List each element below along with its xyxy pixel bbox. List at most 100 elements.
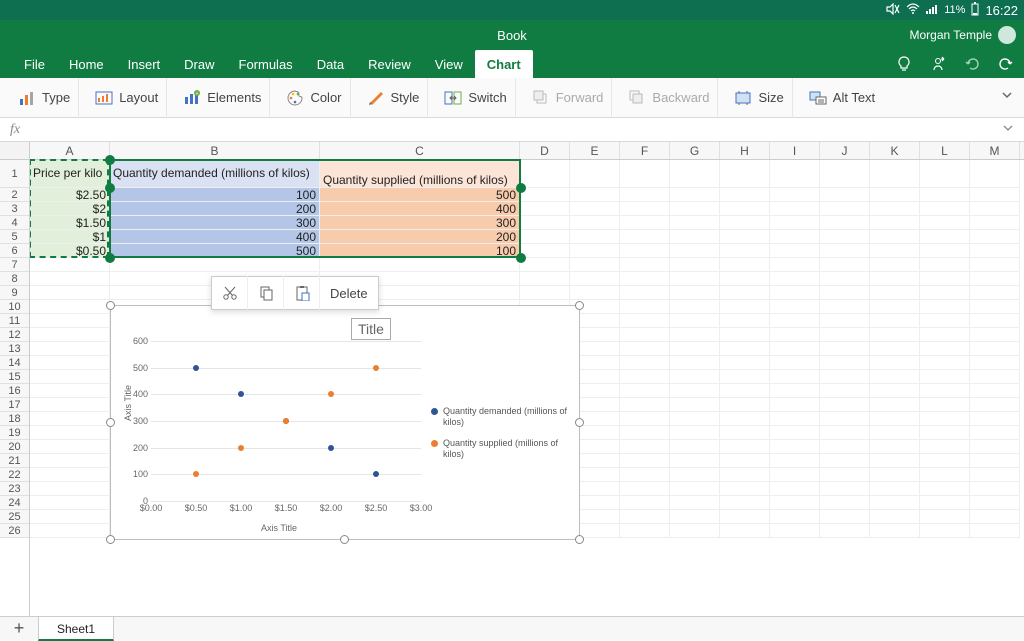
data-point[interactable] — [373, 471, 379, 477]
delete-button[interactable]: Delete — [320, 286, 378, 301]
tab-data[interactable]: Data — [305, 50, 356, 78]
paste-button[interactable] — [284, 276, 320, 310]
row-header-23[interactable]: 23 — [0, 482, 29, 496]
data-point[interactable] — [328, 391, 334, 397]
cell-A6[interactable]: $0.50 — [30, 244, 110, 258]
data-point[interactable] — [283, 418, 289, 424]
avatar[interactable] — [998, 26, 1016, 44]
chart-title[interactable]: Title — [351, 318, 391, 340]
row-header-5[interactable]: 5 — [0, 230, 29, 244]
row-header-9[interactable]: 9 — [0, 286, 29, 300]
cell-A4[interactable]: $1.50 — [30, 216, 110, 230]
data-point[interactable] — [238, 391, 244, 397]
undo-icon[interactable] — [964, 56, 980, 72]
ribbon-switch[interactable]: Switch — [436, 78, 515, 118]
tab-review[interactable]: Review — [356, 50, 423, 78]
cell-A3[interactable]: $2 — [30, 202, 110, 216]
row-header-6[interactable]: 6 — [0, 244, 29, 258]
chart-object[interactable]: Delete Title Axis Title Axis Title 01002… — [110, 305, 580, 540]
data-point[interactable] — [193, 471, 199, 477]
row-header-13[interactable]: 13 — [0, 342, 29, 356]
col-header-H[interactable]: H — [720, 142, 770, 159]
plot-area[interactable]: 0100200300400500600$0.00$0.50$1.00$1.50$… — [151, 341, 421, 501]
cells-area[interactable]: Price per kilo Quantity demanded (millio… — [30, 160, 1024, 538]
row-header-12[interactable]: 12 — [0, 328, 29, 342]
row-header-8[interactable]: 8 — [0, 272, 29, 286]
row-header-24[interactable]: 24 — [0, 496, 29, 510]
x-axis-title[interactable]: Axis Title — [261, 523, 297, 533]
chart-legend[interactable]: Quantity demanded (millions of kilos) Qu… — [431, 406, 571, 470]
ribbon-alttext[interactable]: Alt Text — [801, 78, 883, 118]
tab-formulas[interactable]: Formulas — [227, 50, 305, 78]
formula-expand-icon[interactable] — [1002, 122, 1014, 137]
add-sheet-button[interactable]: + — [0, 618, 38, 639]
row-header-15[interactable]: 15 — [0, 370, 29, 384]
cell-A5[interactable]: $1 — [30, 230, 110, 244]
row-header-20[interactable]: 20 — [0, 440, 29, 454]
cell-C5[interactable]: 200 — [320, 230, 520, 244]
tab-insert[interactable]: Insert — [116, 50, 173, 78]
data-point[interactable] — [238, 445, 244, 451]
cell-B5[interactable]: 400 — [110, 230, 320, 244]
ribbon-size[interactable]: Size — [726, 78, 792, 118]
col-header-I[interactable]: I — [770, 142, 820, 159]
data-point[interactable] — [373, 365, 379, 371]
spreadsheet-grid[interactable]: 1 2 3 4 5 6 7 8 9 10 11 12 13 14 15 16 1… — [0, 142, 1024, 616]
col-header-G[interactable]: G — [670, 142, 720, 159]
cell-C2[interactable]: 500 — [320, 188, 520, 202]
lightbulb-icon[interactable] — [896, 56, 912, 72]
share-icon[interactable] — [930, 56, 946, 72]
cell-B1[interactable]: Quantity demanded (millions of kilos) — [110, 160, 320, 188]
ribbon-type[interactable]: Type — [10, 78, 79, 118]
data-point[interactable] — [193, 365, 199, 371]
row-header-14[interactable]: 14 — [0, 356, 29, 370]
cell-B6[interactable]: 500 — [110, 244, 320, 258]
col-header-K[interactable]: K — [870, 142, 920, 159]
sheet-tab-sheet1[interactable]: Sheet1 — [38, 617, 114, 641]
data-point[interactable] — [328, 445, 334, 451]
ribbon-layout[interactable]: Layout — [87, 78, 167, 118]
col-header-E[interactable]: E — [570, 142, 620, 159]
cut-button[interactable] — [212, 276, 248, 310]
ribbon-color[interactable]: Color — [278, 78, 350, 118]
cell-C3[interactable]: 400 — [320, 202, 520, 216]
formula-bar[interactable]: fx — [0, 118, 1024, 142]
row-header-22[interactable]: 22 — [0, 468, 29, 482]
ribbon-collapse-icon[interactable] — [1000, 88, 1014, 105]
row-header-10[interactable]: 10 — [0, 300, 29, 314]
row-header-17[interactable]: 17 — [0, 398, 29, 412]
col-header-D[interactable]: D — [520, 142, 570, 159]
cell-C6[interactable]: 100 — [320, 244, 520, 258]
col-header-C[interactable]: C — [320, 142, 520, 159]
resize-handle[interactable] — [340, 535, 349, 544]
cell-C4[interactable]: 300 — [320, 216, 520, 230]
resize-handle[interactable] — [575, 301, 584, 310]
row-header-19[interactable]: 19 — [0, 426, 29, 440]
tab-chart[interactable]: Chart — [475, 50, 533, 78]
row-header-4[interactable]: 4 — [0, 216, 29, 230]
row-header-21[interactable]: 21 — [0, 454, 29, 468]
tab-file[interactable]: File — [12, 50, 57, 78]
resize-handle[interactable] — [575, 535, 584, 544]
row-header-11[interactable]: 11 — [0, 314, 29, 328]
cell-A1[interactable]: Price per kilo — [30, 160, 110, 188]
resize-handle[interactable] — [575, 418, 584, 427]
tab-home[interactable]: Home — [57, 50, 116, 78]
resize-handle[interactable] — [106, 535, 115, 544]
cell-A2[interactable]: $2.50 — [30, 188, 110, 202]
cell-B3[interactable]: 200 — [110, 202, 320, 216]
row-header-1[interactable]: 1 — [0, 160, 29, 188]
row-header-18[interactable]: 18 — [0, 412, 29, 426]
cell-C1[interactable]: Quantity supplied (millions of kilos) — [320, 160, 520, 188]
row-header-3[interactable]: 3 — [0, 202, 29, 216]
tab-view[interactable]: View — [423, 50, 475, 78]
row-header-26[interactable]: 26 — [0, 524, 29, 538]
redo-icon[interactable] — [998, 56, 1014, 72]
ribbon-style[interactable]: Style — [359, 78, 429, 118]
row-header-2[interactable]: 2 — [0, 188, 29, 202]
cell-B2[interactable]: 100 — [110, 188, 320, 202]
tab-draw[interactable]: Draw — [172, 50, 226, 78]
col-header-A[interactable]: A — [30, 142, 110, 159]
ribbon-elements[interactable]: +Elements — [175, 78, 270, 118]
copy-button[interactable] — [248, 276, 284, 310]
